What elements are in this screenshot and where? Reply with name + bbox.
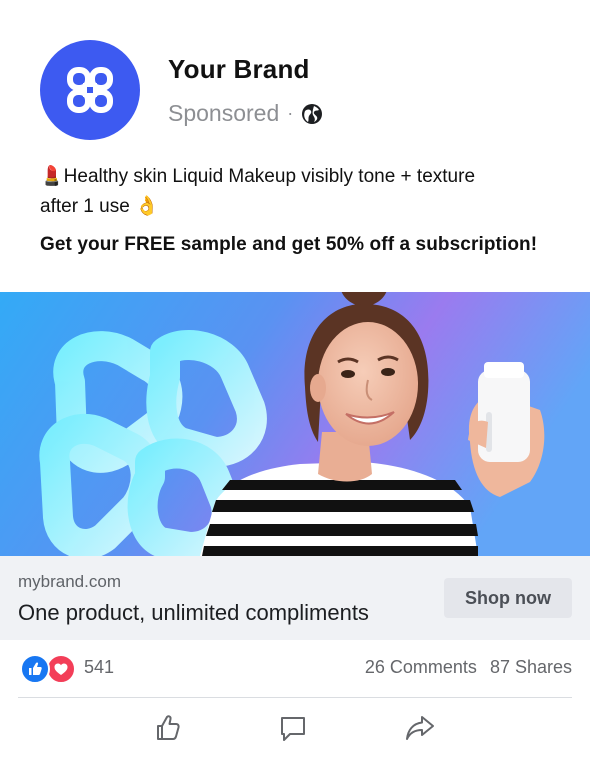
- action-bar: [0, 706, 590, 748]
- ad-image[interactable]: [0, 292, 590, 556]
- shares-count[interactable]: 87 Shares: [490, 657, 572, 677]
- thumbs-up-icon: [20, 654, 50, 684]
- globe-icon[interactable]: [301, 103, 323, 125]
- separator-dot: ·: [287, 103, 294, 123]
- link-preview[interactable]: mybrand.com One product, unlimited compl…: [0, 556, 590, 640]
- like-button[interactable]: [150, 710, 186, 746]
- brand-avatar[interactable]: [40, 40, 140, 140]
- sponsored-label[interactable]: Sponsored: [168, 100, 279, 127]
- divider: [18, 697, 572, 698]
- reaction-count[interactable]: 541: [84, 657, 114, 678]
- post-header: Your Brand Sponsored ·: [40, 40, 560, 140]
- ad-photo-illustration: [0, 292, 590, 556]
- post-body-line-2: after 1 use 👌: [40, 196, 159, 217]
- brand-name[interactable]: Your Brand: [168, 54, 310, 85]
- comment-button[interactable]: [275, 710, 311, 746]
- shop-now-button[interactable]: Shop now: [444, 578, 572, 618]
- reaction-icons[interactable]: [20, 654, 78, 684]
- comments-count[interactable]: 26 Comments: [365, 657, 477, 677]
- brand-logo-icon: [67, 67, 113, 113]
- post-cta-text: Get your FREE sample and get 50% off a s…: [40, 234, 538, 255]
- reactions-row: 541 26 Comments 87 Shares: [18, 650, 572, 686]
- comment-icon: [281, 717, 305, 741]
- post-body-line-1: 💄Healthy skin Liquid Makeup visibly tone…: [40, 166, 476, 187]
- link-domain[interactable]: mybrand.com: [18, 572, 121, 592]
- share-icon: [406, 716, 434, 740]
- share-button[interactable]: [402, 710, 438, 746]
- engagement-summary: 26 Comments 87 Shares: [357, 657, 572, 678]
- sponsored-row: Sponsored ·: [168, 100, 323, 127]
- link-headline[interactable]: One product, unlimited compliments: [18, 600, 369, 626]
- heart-icon: [46, 654, 76, 684]
- like-icon: [157, 715, 180, 740]
- post-body: 💄Healthy skin Liquid Makeup visibly tone…: [40, 162, 560, 222]
